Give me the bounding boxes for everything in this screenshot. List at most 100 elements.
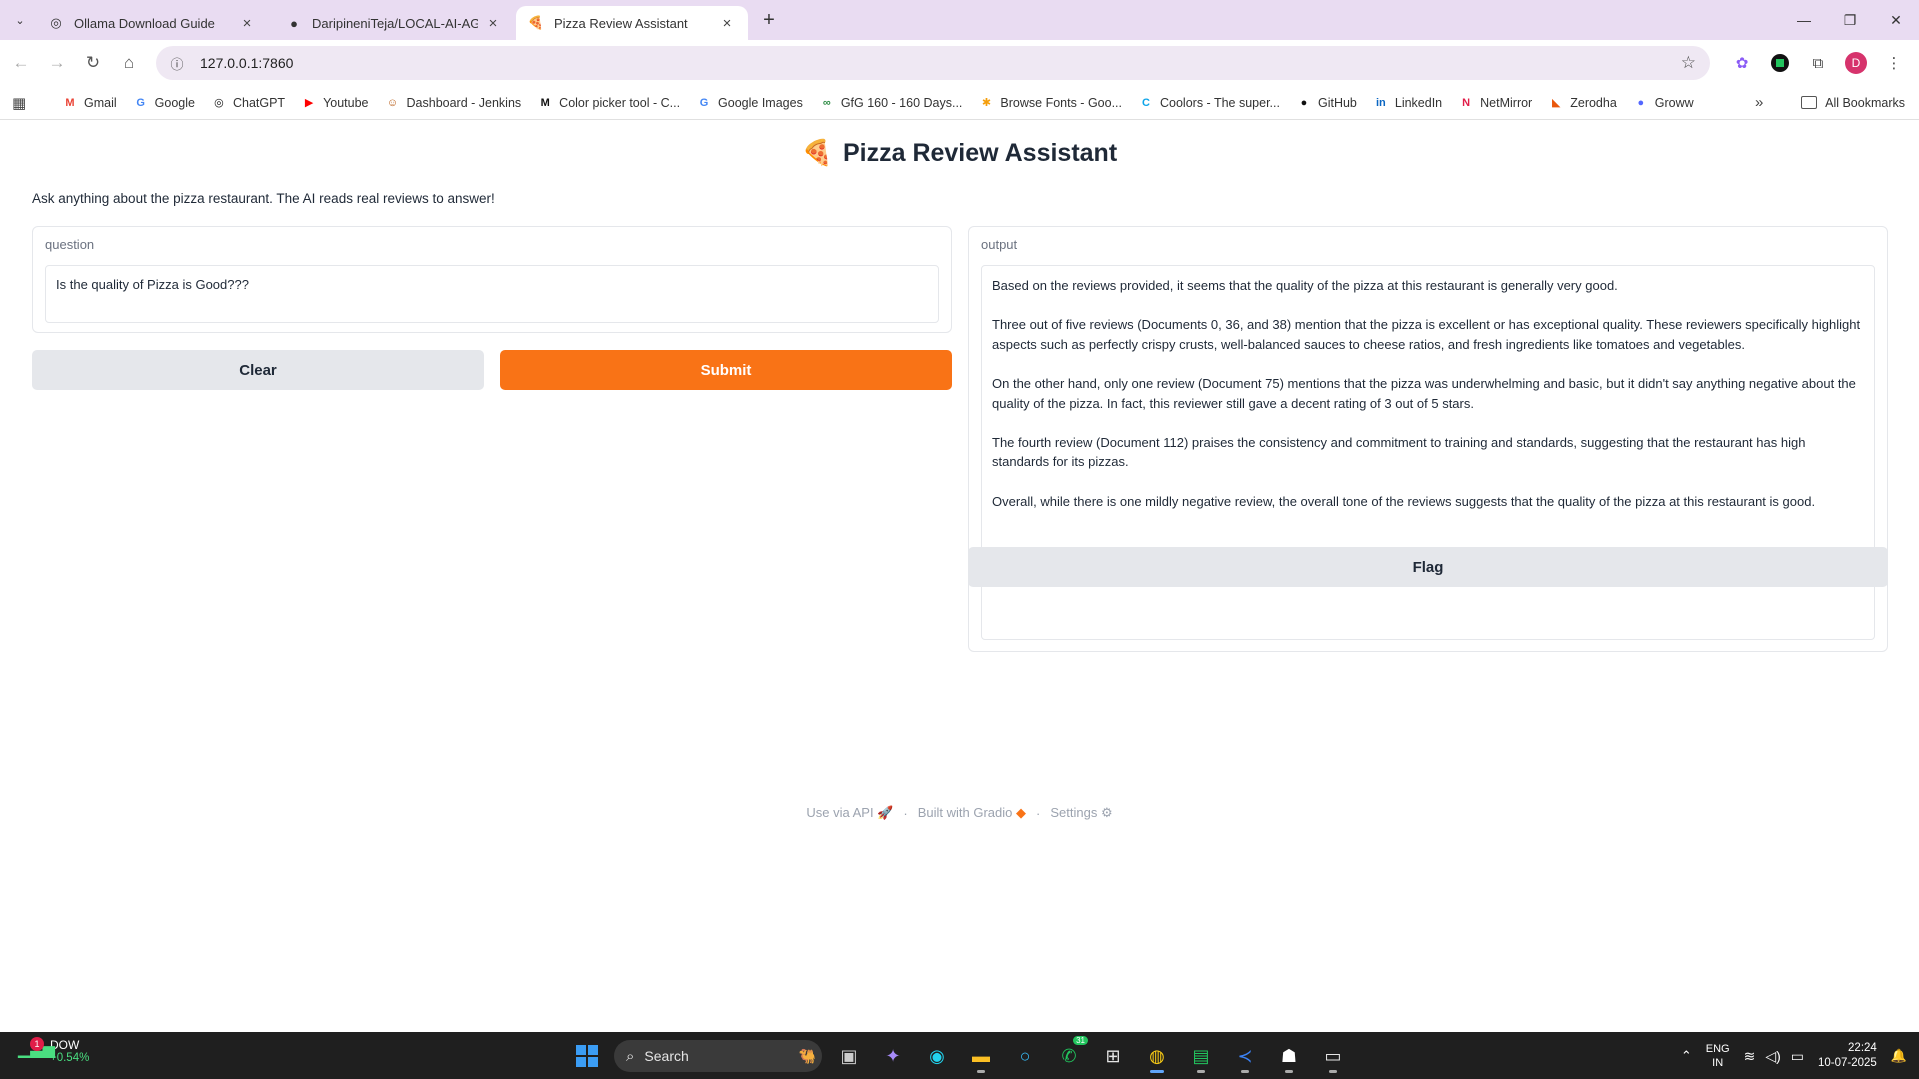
bookmark-item[interactable]: ● GitHub <box>1296 95 1357 111</box>
coolors-icon: C <box>1142 96 1150 109</box>
question-value[interactable]: Is the quality of Pizza is Good??? <box>46 266 938 303</box>
minimize-button[interactable]: — <box>1781 0 1827 40</box>
gradio-app: 🍕 Pizza Review Assistant Ask anything abo… <box>0 121 1919 1032</box>
bookmark-item[interactable]: ✱ Browse Fonts - Goo... <box>978 95 1122 111</box>
new-tab-button[interactable]: + <box>757 8 781 32</box>
whatsapp-icon[interactable]: ✆ 31 <box>1052 1036 1088 1074</box>
bookmark-item[interactable]: ◎ ChatGPT <box>211 95 285 111</box>
page-title-text: Pizza Review Assistant <box>842 139 1118 167</box>
bookmark-item[interactable]: ☺ Dashboard - Jenkins <box>385 95 522 111</box>
cortana-icon[interactable]: ○ <box>1008 1038 1042 1074</box>
all-bookmarks-button[interactable]: All Bookmarks <box>1801 96 1905 110</box>
extension-terminal-icon[interactable] <box>1765 48 1795 78</box>
flag-button[interactable]: Flag <box>968 547 1888 587</box>
github-icon: ● <box>290 15 298 31</box>
copilot-icon[interactable]: ✦ <box>876 1038 910 1074</box>
chrome-icon[interactable]: ◍ <box>1140 1038 1174 1074</box>
tab-ollama[interactable]: ◎ Ollama Download Guide × <box>36 6 268 40</box>
close-icon[interactable]: × <box>238 14 256 32</box>
bookmark-item[interactable]: ∞ GfG 160 - 160 Days... <box>819 95 963 111</box>
file-explorer-icon[interactable]: ▬ <box>964 1038 998 1074</box>
menu-kebab-icon[interactable]: ⋮ <box>1879 48 1909 78</box>
arrow-left-icon: ← <box>12 53 30 72</box>
reload-button[interactable]: ↻ <box>78 48 108 78</box>
separator: · <box>903 805 908 821</box>
bookmark-item[interactable]: N NetMirror <box>1458 95 1532 111</box>
bookmark-item[interactable]: G Google Images <box>696 95 803 111</box>
question-input[interactable]: Is the quality of Pizza is Good??? <box>45 265 939 323</box>
tab-github[interactable]: ● DaripineniTeja/LOCAL-AI-AGEN × <box>274 6 514 40</box>
apps-grid-icon[interactable]: ▦ <box>12 94 42 112</box>
profile-button[interactable]: D <box>1841 48 1871 78</box>
bookmark-item[interactable]: M Gmail <box>62 95 116 111</box>
tab-title: Ollama Download Guide <box>74 15 215 31</box>
tab-pizza-review[interactable]: 🍕 Pizza Review Assistant × <box>516 6 748 40</box>
extensions-puzzle-icon[interactable]: ⧉ <box>1803 48 1833 78</box>
chevron-up-icon[interactable]: ⌃ <box>1681 1048 1692 1064</box>
site-info-icon[interactable]: ⓘ <box>166 52 188 74</box>
language-line2: IN <box>1712 1057 1724 1069</box>
task-view-icon[interactable]: ▣ <box>832 1038 866 1074</box>
all-bookmarks-label: All Bookmarks <box>1825 95 1905 110</box>
edge-icon[interactable]: ◉ <box>920 1038 954 1074</box>
jenkins-icon: ☺ <box>386 96 399 109</box>
vscode-icon[interactable]: ≺ <box>1228 1038 1262 1074</box>
language-indicator[interactable]: ENG IN <box>1706 1042 1730 1070</box>
google-icon: G <box>699 96 709 109</box>
tab-search-button[interactable]: ⌄ <box>6 6 34 34</box>
document-app-icon[interactable]: ▤ <box>1184 1038 1218 1074</box>
store-icon[interactable]: ⊞ <box>1096 1038 1130 1074</box>
submit-button[interactable]: Submit <box>500 350 952 390</box>
bookmark-item[interactable]: M Color picker tool - C... <box>537 95 680 111</box>
minimize-icon: — <box>1797 12 1811 28</box>
tray-icons[interactable]: ≋ ◁) ▭ <box>1744 1048 1804 1065</box>
youtube-icon: ▶ <box>304 97 314 109</box>
bookmark-label: Dashboard - Jenkins <box>406 95 522 110</box>
question-panel: question Is the quality of Pizza is Good… <box>32 226 952 333</box>
notification-badge: 1 <box>30 1037 44 1051</box>
forward-button[interactable]: → <box>42 48 72 78</box>
bookmark-star-icon[interactable]: ☆ <box>1681 53 1696 73</box>
rocket-icon: 🚀 <box>877 805 894 820</box>
clock-date: 10-07-2025 <box>1817 1057 1877 1069</box>
close-icon[interactable]: × <box>718 14 736 32</box>
start-button[interactable] <box>570 1038 604 1074</box>
restore-button[interactable]: ❐ <box>1827 0 1873 40</box>
question-label: question <box>45 237 95 252</box>
back-button[interactable]: ← <box>6 48 36 78</box>
window-controls: — ❐ ✕ <box>1781 0 1919 40</box>
pizza-icon: 🍕 <box>801 139 833 167</box>
bookmark-list: M Gmail G Google ◎ ChatGPT ▶ Youtube ☺ Dashboard … <box>62 95 1710 111</box>
bookmark-item[interactable]: C Coolors - The super... <box>1138 95 1280 111</box>
close-window-button[interactable]: ✕ <box>1873 0 1919 40</box>
address-bar[interactable]: ⓘ 127.0.0.1:7860 ☆ <box>156 46 1710 80</box>
chevron-double-right-icon[interactable]: » <box>1755 94 1763 111</box>
close-icon[interactable]: × <box>484 14 502 32</box>
groww-icon: ● <box>1637 96 1645 109</box>
output-paragraph: Three out of five reviews (Documents 0, … <box>992 317 1861 352</box>
extension-brain-icon[interactable]: ✿ <box>1727 48 1757 78</box>
bookmark-item[interactable]: ◣ Zerodha <box>1548 95 1617 111</box>
linkedin-icon: in <box>1375 96 1386 109</box>
taskbar-search[interactable]: ⌕ Search 🐫 <box>614 1040 822 1072</box>
ollama-app-icon[interactable]: ☗ <box>1272 1038 1306 1074</box>
bookmark-item[interactable]: ▶ Youtube <box>301 95 369 111</box>
bookmark-item[interactable]: in LinkedIn <box>1373 95 1442 111</box>
notification-bell-icon[interactable]: 🔔 <box>1891 1048 1907 1064</box>
close-icon: ✕ <box>1890 11 1902 28</box>
clear-button[interactable]: Clear <box>32 350 484 390</box>
app-footer: Use via API 🚀 · Built with Gradio ◆ · Se… <box>0 805 1919 821</box>
stock-widget[interactable]: ▁▃▅ 1 DOW +0.54% <box>18 1037 89 1064</box>
url-text[interactable]: 127.0.0.1:7860 <box>200 55 293 71</box>
colorpicker-icon: M <box>540 96 550 109</box>
settings-link[interactable]: Settings ⚙ <box>1050 805 1112 821</box>
built-with-gradio-link[interactable]: Built with Gradio ◆ <box>918 805 1026 821</box>
terminal-icon[interactable]: ▭ <box>1316 1038 1350 1074</box>
gmail-icon: M <box>65 96 75 109</box>
home-button[interactable]: ⌂ <box>114 48 144 78</box>
bookmark-item[interactable]: G Google <box>133 95 195 111</box>
clock[interactable]: 22:24 10-07-2025 <box>1818 1041 1877 1071</box>
bookmark-item[interactable]: ● Groww <box>1633 95 1693 111</box>
use-via-api-link[interactable]: Use via API 🚀 <box>806 805 893 821</box>
app-description: Ask anything about the pizza restaurant.… <box>32 191 495 206</box>
